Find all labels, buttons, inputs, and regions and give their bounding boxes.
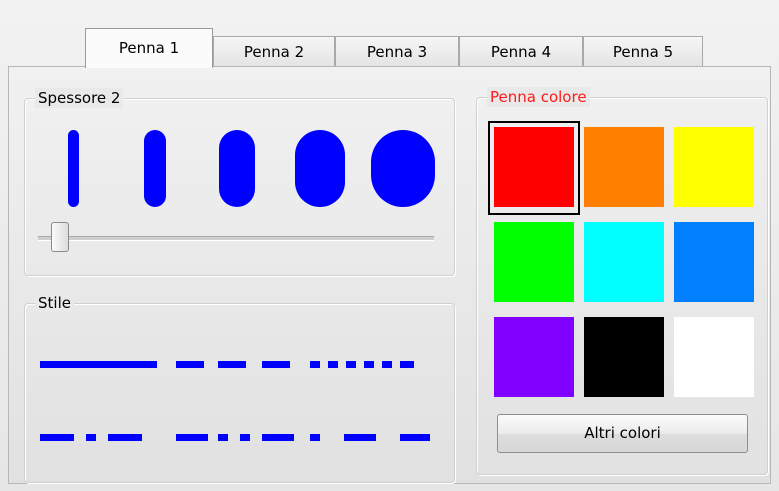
color-swatch-red[interactable] (494, 127, 574, 207)
tab-penna-3[interactable]: Penna 3 (335, 36, 459, 66)
thickness-option-3[interactable] (219, 130, 255, 207)
color-swatch-orange[interactable] (584, 127, 664, 207)
pen-settings-window: Penna 1 Penna 2 Penna 3 Penna 4 Penna 5 … (0, 0, 779, 491)
color-swatch-azure[interactable] (674, 222, 754, 302)
color-title: Penna colore (487, 87, 590, 107)
thickness-option-2[interactable] (144, 130, 166, 207)
thickness-option-1[interactable] (68, 130, 79, 207)
tab-penna-1[interactable]: Penna 1 (85, 28, 213, 68)
tab-penna-5[interactable]: Penna 5 (583, 36, 703, 66)
color-swatch-violet[interactable] (494, 317, 574, 397)
thickness-title: Spessore 2 (35, 88, 124, 108)
thickness-option-4[interactable] (295, 130, 345, 207)
tab-penna-4[interactable]: Penna 4 (459, 36, 583, 66)
more-colors-button[interactable]: Altri colori (497, 414, 748, 453)
thickness-option-5[interactable] (371, 130, 435, 207)
color-swatch-black[interactable] (584, 317, 664, 397)
color-swatch-yellow[interactable] (674, 127, 754, 207)
style-group: Stile (24, 293, 455, 483)
color-swatch-green[interactable] (494, 222, 574, 302)
style-title: Stile (35, 293, 74, 313)
color-swatch-cyan[interactable] (584, 222, 664, 302)
color-swatch-white[interactable] (674, 317, 754, 397)
thickness-slider-track[interactable] (38, 236, 434, 241)
tab-penna-2[interactable]: Penna 2 (213, 36, 335, 66)
thickness-slider-thumb[interactable] (51, 222, 69, 252)
